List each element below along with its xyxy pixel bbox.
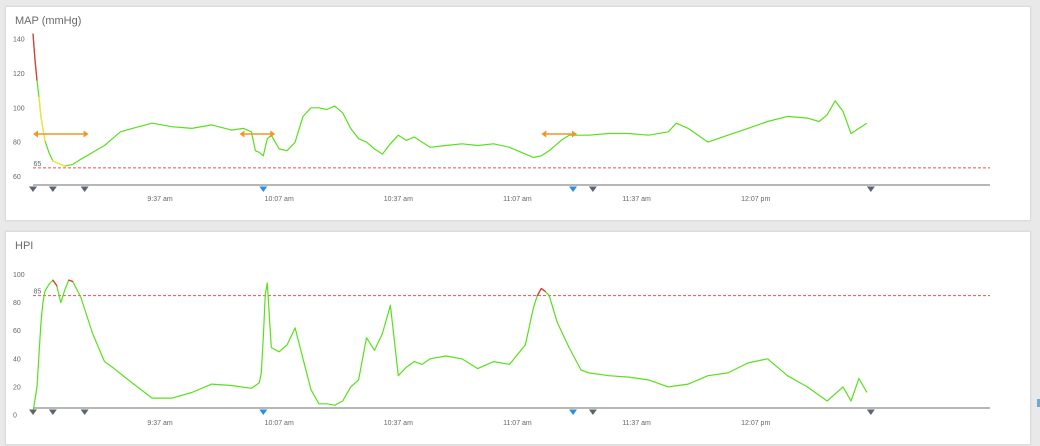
hpi-x-tick-label: 11:37 am <box>622 420 651 427</box>
hpi-chart-panel: HPI 0 20 40 60 80 100 9:37 am 10:07 am 10:37 am 1… <box>5 231 1031 445</box>
hpi-alarm-segment <box>68 279 74 283</box>
hpi-x-tick-label: 11:07 am <box>503 420 532 427</box>
map-event-marker-gray <box>48 186 57 192</box>
map-warning-segment <box>40 115 46 142</box>
map-event-arrow-head-left <box>239 130 245 138</box>
map-threshold-label: 65 <box>34 161 42 168</box>
map-x-tick-label: 10:07 am <box>265 196 294 203</box>
hpi-alarm-segment <box>536 287 542 297</box>
map-y-tick-label: 80 <box>13 140 21 147</box>
map-x-tick-label: 11:37 am <box>622 196 651 203</box>
map-alarm-segment <box>34 59 38 81</box>
map-event-arrow-head-left <box>541 130 547 138</box>
hpi-event-marker-gray <box>866 409 875 415</box>
hpi-event-marker-gray <box>80 409 89 415</box>
hpi-y-tick-label: 40 <box>13 356 21 363</box>
map-x-tick-label: 10:37 am <box>384 196 413 203</box>
hpi-event-marker-gray <box>48 409 57 415</box>
map-chart-panel: MAP (mmHg) 60 80 100 120 140 9:37 am 10:07 am 1… <box>5 6 1031 221</box>
map-event-marker-gray <box>866 186 875 192</box>
hpi-y-tick-label: 100 <box>13 272 25 279</box>
map-y-tick-label: 140 <box>13 37 25 44</box>
hpi-y-tick-label: 20 <box>13 384 21 391</box>
hpi-event-marker-gray <box>29 409 37 415</box>
map-event-marker-blue <box>259 186 268 192</box>
hpi-event-marker-gray <box>588 409 597 415</box>
map-y-tick-label: 60 <box>13 174 21 181</box>
map-x-tick-label: 11:07 am <box>503 196 532 203</box>
hpi-x-tick-label: 12:07 pm <box>741 420 770 427</box>
map-event-marker-gray <box>29 186 37 192</box>
map-event-arrow-head-right <box>83 130 89 138</box>
hpi-alarm-segment <box>540 287 546 293</box>
hpi-event-marker-blue <box>259 409 268 415</box>
map-event-arrow-head-left <box>33 130 38 138</box>
hpi-chart-svg: 0 20 40 60 80 100 9:37 am 10:07 am 10:37 am 11:07… <box>13 272 990 427</box>
map-event-marker-blue <box>569 186 578 192</box>
map-x-tick-label: 12:07 pm <box>741 196 770 203</box>
map-event-marker-gray <box>80 186 89 192</box>
map-warning-segment <box>38 96 42 118</box>
hpi-y-tick-label: 0 <box>13 413 17 420</box>
hpi-x-tick-label: 10:37 am <box>384 420 413 427</box>
map-warning-segment <box>56 162 66 167</box>
hpi-alarm-segment <box>52 279 58 287</box>
map-y-tick-label: 120 <box>13 71 25 78</box>
map-event-marker-gray <box>588 186 597 192</box>
map-chart-svg: 60 80 100 120 140 9:37 am 10:07 am 10:37 am 11:0… <box>13 33 990 203</box>
hpi-x-tick-label: 9:37 am <box>147 420 172 427</box>
map-series-line <box>32 33 868 167</box>
hpi-y-tick-label: 80 <box>13 300 21 307</box>
hpi-x-tick-label: 10:07 am <box>265 420 294 427</box>
hpi-event-marker-blue <box>569 409 578 415</box>
hpi-series-line <box>32 279 868 413</box>
hpi-threshold-label: 85 <box>34 289 42 296</box>
hpi-y-tick-label: 60 <box>13 328 21 335</box>
map-event-arrow-head-right <box>572 130 578 138</box>
map-alarm-segment <box>32 33 36 61</box>
map-y-tick-label: 100 <box>13 105 25 112</box>
map-x-tick-label: 9:37 am <box>147 196 172 203</box>
map-event-arrow-head-right <box>270 130 276 138</box>
